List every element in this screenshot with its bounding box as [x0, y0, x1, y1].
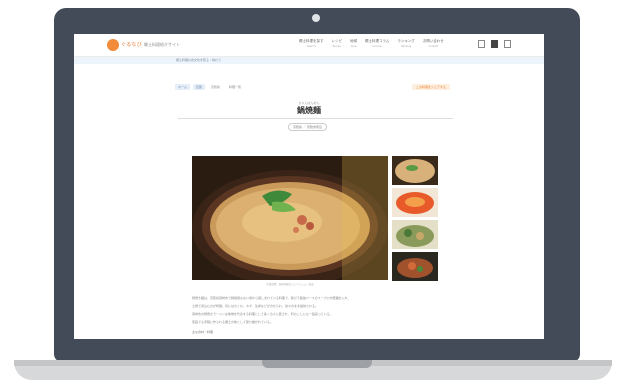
thumbnail-list: [392, 156, 438, 284]
title-divider: [178, 118, 453, 119]
description-line: 須崎市の鍋焼きラーメンは地域を代表する料理として多くの人に愛され、町おこしにも一…: [192, 312, 333, 316]
site-logo-text[interactable]: ぐるなび: [121, 41, 142, 48]
main-nav: 郷土料理を探す Search レシピ Recipe 地域 Area 郷土料理コラム Co…: [299, 39, 444, 49]
nav-item-column[interactable]: 郷土料理コラム Column: [365, 39, 389, 49]
breadcrumb-item[interactable]: 料理一覧: [226, 84, 244, 90]
description-line: 鍋焼き麺は、高知県須崎市で戦後間もない頃から親しまれている料理で、鶏ガラ醤油ベー…: [192, 296, 351, 300]
share-button[interactable]: この料理をシェアする: [412, 84, 451, 90]
menu-icon[interactable]: [478, 40, 485, 48]
section-bullet: 主な食材・料理: [192, 330, 214, 334]
user-icon[interactable]: [504, 40, 511, 48]
nav-item-recipe[interactable]: レシピ Recipe: [332, 39, 343, 49]
thumbnail-1[interactable]: [392, 156, 438, 185]
nav-item-contact[interactable]: お問い合わせ Contact: [423, 39, 444, 49]
region-tag[interactable]: 高知県 ／ 高知市周辺: [288, 123, 327, 131]
sub-bar-text: 郷土料理の食文化を知る・味わう: [176, 58, 222, 62]
page-title: 鍋焼麺: [297, 106, 321, 115]
dish-illustration: [192, 156, 388, 280]
laptop-notch: [262, 360, 372, 368]
sub-bar: 郷土料理の食文化を知る・味わう: [74, 57, 544, 64]
bookmark-icon[interactable]: [491, 40, 498, 48]
header-icons: [478, 40, 511, 48]
breadcrumb-item[interactable]: 高知県: [208, 84, 223, 90]
site-header: ぐるなび 郷土料理紹介サイト 郷土料理を探す Search レシピ Recipe 地…: [74, 34, 544, 57]
laptop-screen: ぐるなび 郷土料理紹介サイト 郷土料理を探す Search レシピ Recipe 地…: [74, 34, 544, 339]
site-logo-icon[interactable]: [107, 39, 119, 51]
thumbnail-3[interactable]: [392, 220, 438, 249]
camera-icon: [312, 14, 320, 22]
main-dish-photo[interactable]: [192, 156, 388, 280]
breadcrumb-item[interactable]: 四国: [192, 84, 205, 90]
thumbnail-4[interactable]: [392, 252, 438, 281]
site-tagline: 郷土料理紹介サイト: [144, 42, 180, 47]
nav-item-ranking[interactable]: ランキング Ranking: [397, 39, 414, 49]
breadcrumb: ホーム 四国 高知県 料理一覧: [175, 84, 244, 90]
nav-item-area[interactable]: 地域 Area: [350, 39, 357, 49]
description-line: 家庭でも手軽に作られる郷土の味として受け継がれている。: [192, 320, 273, 324]
thumbnail-2[interactable]: [392, 188, 438, 217]
nav-item-search[interactable]: 郷土料理を探す Search: [299, 39, 324, 49]
description-line: 土鍋で煮込むのが特徴。具にはちくわ、ネギ、生卵などがのせられ、熱々のまま提供され…: [192, 304, 318, 308]
breadcrumb-item[interactable]: ホーム: [175, 84, 190, 90]
photo-caption: 写真提供：高知県観光コンベンション協会: [266, 283, 314, 286]
